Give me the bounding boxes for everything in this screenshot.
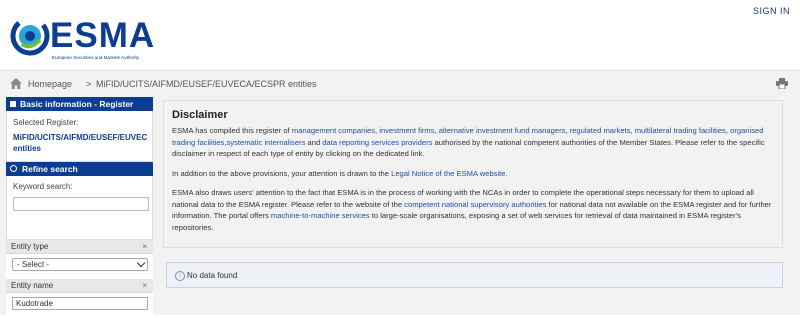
search-icon xyxy=(10,165,17,173)
selected-register-box: Selected Register: MiFID/UCITS/AIFMD/EUS… xyxy=(6,111,153,162)
entity-name-label: Entity name xyxy=(11,281,54,290)
disclaimer-paragraph-2: In addition to the above provisions, you… xyxy=(172,168,774,180)
link-drsp[interactable]: data reporting services providers xyxy=(322,138,432,147)
selected-register-value-cont: entities xyxy=(13,144,42,153)
disclaimer-panel: Disclaimer ESMA has compiled this regist… xyxy=(163,100,783,248)
entity-type-select[interactable]: - Select - xyxy=(12,258,148,271)
entity-name-body: Kudotrade xyxy=(6,293,153,318)
selected-register-label: Selected Register: xyxy=(13,118,79,127)
disclaimer-text: In addition to the above provisions, you… xyxy=(172,168,392,178)
info-icon: i xyxy=(175,271,185,281)
home-icon[interactable] xyxy=(10,78,22,89)
disclaimer-text: and xyxy=(305,137,323,147)
entity-type-label: Entity type xyxy=(11,242,49,251)
refine-search-header: Refine search xyxy=(6,162,153,176)
breadcrumb-separator: > xyxy=(86,79,92,89)
entity-type-selected: - Select - xyxy=(17,260,50,269)
disclaimer-paragraph-3: ESMA also draws users' attention to the … xyxy=(172,187,774,233)
sidebar: Basic information - Register Selected Re… xyxy=(6,97,153,318)
print-icon[interactable] xyxy=(776,78,788,89)
esma-logo[interactable]: ESMA European Securities and Markets Aut… xyxy=(10,14,160,62)
basic-info-header: Basic information - Register xyxy=(6,97,153,111)
basic-info-title: Basic information - Register xyxy=(20,99,134,109)
disclaimer-text: ESMA has compiled this register of xyxy=(172,126,292,135)
logo-text: ESMA xyxy=(50,16,156,55)
section-icon xyxy=(10,100,16,107)
link-regulated-markets[interactable]: regulated markets xyxy=(570,126,631,135)
breadcrumb: Homepage > MiFID/UCITS/AIFMD/EUSEF/EUVEC… xyxy=(0,70,800,97)
selected-register-value: MiFID/UCITS/AIFMD/EUSEF/EUVEC xyxy=(13,133,148,142)
site-header: ESMA European Securities and Markets Aut… xyxy=(0,0,800,70)
entity-type-header: Entity type × xyxy=(6,240,153,254)
disclaimer-paragraph-1: ESMA has compiled this register of manag… xyxy=(172,125,774,160)
logo-subtitle: European Securities and Markets Authorit… xyxy=(52,55,140,60)
link-investment-firms[interactable]: investment firms xyxy=(379,126,434,135)
link-systematic-internalisers[interactable]: systematic internalisers xyxy=(226,138,305,147)
entity-name-input[interactable]: Kudotrade xyxy=(12,297,148,310)
entity-type-clear-icon[interactable]: × xyxy=(142,240,147,253)
link-legal-notice[interactable]: Legal Notice of the ESMA website xyxy=(391,169,505,178)
keyword-search-box: Keyword search: xyxy=(6,176,153,240)
sign-in-link[interactable]: SIGN IN xyxy=(753,6,790,16)
disclaimer-text: . xyxy=(505,168,508,178)
breadcrumb-home[interactable]: Homepage xyxy=(28,79,72,89)
disclaimer-title: Disclaimer xyxy=(172,109,228,121)
keyword-search-input[interactable] xyxy=(13,197,149,211)
esma-logo-mark xyxy=(10,16,50,56)
link-machine-to-machine[interactable]: machine-to-machine services xyxy=(271,211,370,220)
breadcrumb-current: MiFID/UCITS/AIFMD/EUSEF/EUVECA/ECSPR ent… xyxy=(96,79,317,89)
keyword-search-label: Keyword search: xyxy=(13,182,73,191)
no-data-text: No data found xyxy=(187,271,238,280)
no-data-message: i No data found xyxy=(166,262,783,288)
entity-type-body: - Select - xyxy=(6,254,153,279)
entity-name-clear-icon[interactable]: × xyxy=(142,279,147,292)
entity-name-header: Entity name × xyxy=(6,279,153,293)
chevron-down-icon xyxy=(136,258,146,268)
refine-search-title: Refine search xyxy=(22,164,78,174)
link-competent-authorities[interactable]: competent national supervisory authoriti… xyxy=(404,200,546,209)
link-mtf[interactable]: multilateral trading facilities xyxy=(635,126,726,135)
link-aifm[interactable]: alternative investment fund managers xyxy=(439,126,566,135)
link-management-companies[interactable]: management companies xyxy=(292,126,375,135)
